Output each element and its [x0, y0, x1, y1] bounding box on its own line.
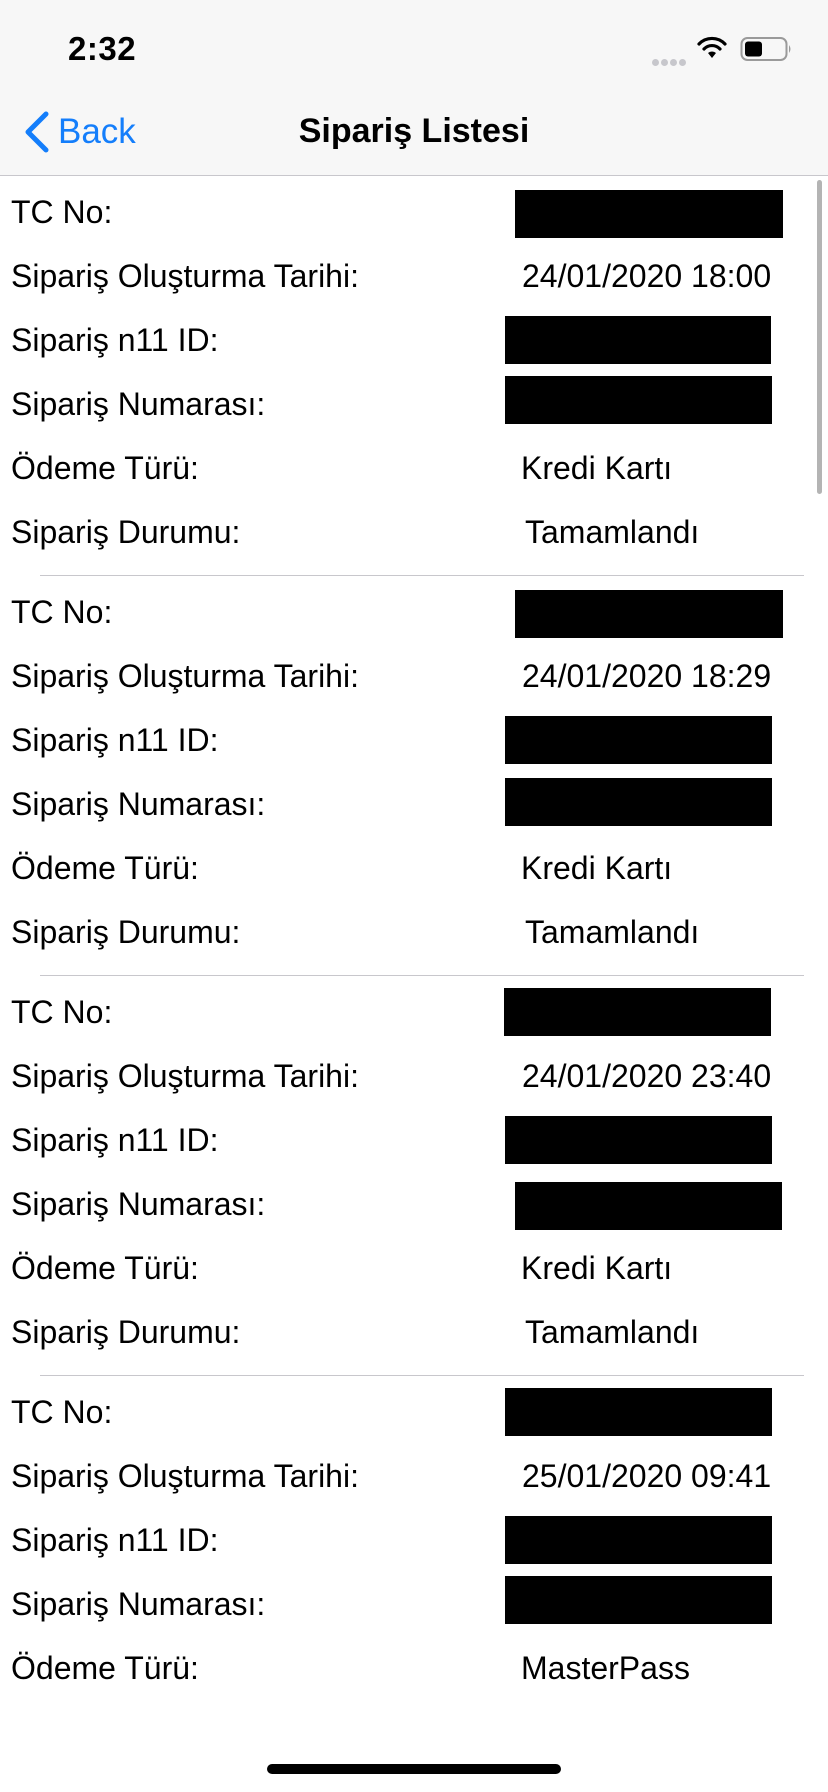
tc-no-row: TC No: [0, 180, 828, 244]
redacted-n11-id [505, 316, 771, 364]
n11-id-label: Sipariş n11 ID: [11, 322, 219, 358]
n11-id-row: Sipariş n11 ID: [0, 308, 828, 372]
page-title: Sipariş Listesi [298, 112, 530, 150]
payment-type-value: MasterPass [521, 1650, 690, 1686]
cellular-signal-icon [652, 53, 688, 71]
status-row: Sipariş Durumu: Tamamlandı [0, 1300, 828, 1364]
payment-type-row: Ödeme Türü: Kredi Kartı [0, 436, 828, 500]
status-row: Sipariş Durumu: Tamamlandı [0, 500, 828, 564]
status-label: Sipariş Durumu: [11, 1314, 241, 1350]
created-date-value: 25/01/2020 09:41 [522, 1458, 772, 1494]
order-card[interactable]: TC No: Sipariş Oluşturma Tarihi: 24/01/2… [0, 576, 828, 976]
created-date-value: 24/01/2020 18:29 [522, 658, 772, 694]
payment-type-label: Ödeme Türü: [11, 1650, 199, 1686]
list-bottom-mask [0, 1712, 828, 1742]
redacted-tc-no [504, 988, 771, 1036]
tc-no-label: TC No: [11, 1394, 113, 1430]
redacted-order-number [505, 778, 772, 826]
n11-id-label: Sipariş n11 ID: [11, 722, 219, 758]
navigation-bar: Back Sipariş Listesi [0, 88, 828, 176]
tc-no-label: TC No: [11, 594, 113, 630]
status-row: Sipariş Durumu: Tamamlandı [0, 900, 828, 964]
redacted-n11-id [505, 716, 772, 764]
payment-type-row: Ödeme Türü: Kredi Kartı [0, 836, 828, 900]
payment-type-label: Ödeme Türü: [11, 1250, 199, 1286]
status-bar: 2:32 [0, 0, 828, 88]
order-list[interactable]: TC No: Sipariş Oluşturma Tarihi: 24/01/2… [0, 176, 828, 1722]
n11-id-row: Sipariş n11 ID: [0, 1508, 828, 1572]
created-date-value: 24/01/2020 18:00 [522, 258, 772, 294]
tc-no-row: TC No: [0, 980, 828, 1044]
redacted-tc-no [515, 190, 783, 238]
order-number-row: Sipariş Numarası: [0, 1172, 828, 1236]
redacted-order-number [505, 376, 772, 424]
n11-id-row: Sipariş n11 ID: [0, 1108, 828, 1172]
status-label: Sipariş Durumu: [11, 914, 241, 950]
tc-no-label: TC No: [11, 994, 113, 1030]
order-number-label: Sipariş Numarası: [11, 386, 266, 422]
n11-id-label: Sipariş n11 ID: [11, 1122, 219, 1158]
created-date-row: Sipariş Oluşturma Tarihi: 24/01/2020 18:… [0, 644, 828, 708]
created-date-value: 24/01/2020 23:40 [522, 1058, 772, 1094]
order-card[interactable]: TC No: Sipariş Oluşturma Tarihi: 25/01/2… [0, 1376, 828, 1722]
redacted-n11-id [505, 1116, 772, 1164]
payment-type-value: Kredi Kartı [521, 850, 673, 886]
created-date-row: Sipariş Oluşturma Tarihi: 24/01/2020 18:… [0, 244, 828, 308]
payment-type-label: Ödeme Türü: [11, 450, 199, 486]
order-number-row: Sipariş Numarası: [0, 372, 828, 436]
order-number-label: Sipariş Numarası: [11, 786, 266, 822]
created-date-row: Sipariş Oluşturma Tarihi: 24/01/2020 23:… [0, 1044, 828, 1108]
payment-type-value: Kredi Kartı [521, 450, 673, 486]
redacted-n11-id [505, 1516, 772, 1564]
n11-id-row: Sipariş n11 ID: [0, 708, 828, 772]
order-number-row: Sipariş Numarası: [0, 772, 828, 836]
status-time: 2:32 [68, 30, 137, 67]
order-card[interactable]: TC No: Sipariş Oluşturma Tarihi: 24/01/2… [0, 176, 828, 576]
tc-no-row: TC No: [0, 1380, 828, 1444]
redacted-order-number [505, 1576, 772, 1624]
battery-icon [740, 37, 791, 61]
redacted-tc-no [515, 590, 783, 638]
order-number-label: Sipariş Numarası: [11, 1586, 266, 1622]
order-card[interactable]: TC No: Sipariş Oluşturma Tarihi: 24/01/2… [0, 976, 828, 1376]
created-date-label: Sipariş Oluşturma Tarihi: [11, 258, 359, 294]
order-number-label: Sipariş Numarası: [11, 1186, 266, 1222]
redacted-order-number [515, 1182, 782, 1230]
payment-type-row: Ödeme Türü: MasterPass [0, 1636, 828, 1700]
status-value: Tamamlandı [525, 914, 700, 950]
payment-type-value: Kredi Kartı [521, 1250, 673, 1286]
created-date-label: Sipariş Oluşturma Tarihi: [11, 658, 359, 694]
created-date-row: Sipariş Oluşturma Tarihi: 25/01/2020 09:… [0, 1444, 828, 1508]
redacted-tc-no [505, 1388, 772, 1436]
created-date-label: Sipariş Oluşturma Tarihi: [11, 1058, 359, 1094]
wifi-icon [697, 36, 727, 58]
payment-type-label: Ödeme Türü: [11, 850, 199, 886]
home-indicator[interactable] [267, 1764, 561, 1774]
created-date-label: Sipariş Oluşturma Tarihi: [11, 1458, 359, 1494]
tc-no-row: TC No: [0, 580, 828, 644]
payment-type-row: Ödeme Türü: Kredi Kartı [0, 1236, 828, 1300]
order-number-row: Sipariş Numarası: [0, 1572, 828, 1636]
status-value: Tamamlandı [525, 514, 700, 550]
scrollbar[interactable] [817, 180, 822, 494]
n11-id-label: Sipariş n11 ID: [11, 1522, 219, 1558]
status-value: Tamamlandı [525, 1314, 700, 1350]
tc-no-label: TC No: [11, 194, 113, 230]
status-label: Sipariş Durumu: [11, 514, 241, 550]
